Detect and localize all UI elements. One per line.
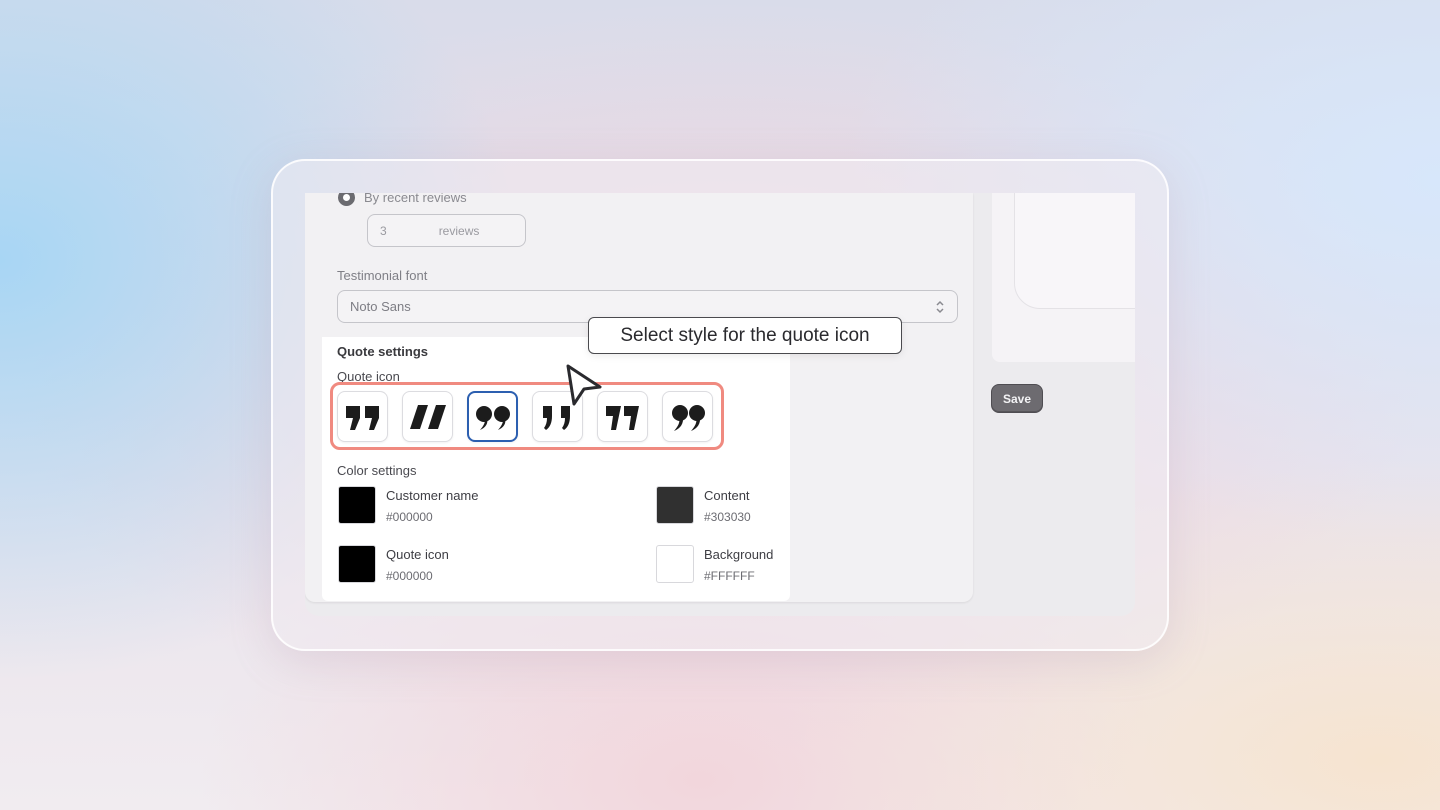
preview-pane: [992, 193, 1135, 362]
radio-selected-icon[interactable]: [338, 193, 355, 206]
customer-name-label: Customer name: [386, 488, 479, 503]
save-button[interactable]: Save: [991, 384, 1043, 413]
content-hex: #303030: [704, 510, 751, 524]
quote-style-6-icon: [671, 404, 705, 431]
quote-style-5-icon: [605, 405, 639, 430]
customer-name-hex: #000000: [386, 510, 433, 524]
quote-style-1-button[interactable]: [337, 391, 388, 442]
review-count-value: 3: [380, 223, 387, 238]
quote-style-3-icon: [475, 405, 510, 430]
quote-icon-swatch[interactable]: [338, 545, 376, 583]
customer-name-swatch[interactable]: [338, 486, 376, 524]
font-field-label: Testimonial font: [337, 268, 428, 283]
quote-style-2-icon: [409, 404, 446, 429]
font-select-value: Noto Sans: [350, 299, 411, 314]
content-label: Content: [704, 488, 750, 503]
select-chevrons-icon: [936, 300, 944, 314]
quote-icon-color-label: Quote icon: [386, 547, 449, 562]
color-settings-title: Color settings: [337, 463, 417, 478]
quote-settings-card: Quote settings Quote icon Color settings…: [322, 337, 790, 601]
review-count-suffix: reviews: [438, 223, 480, 238]
quote-style-6-button[interactable]: [662, 391, 713, 442]
background-swatch[interactable]: [656, 545, 694, 583]
background-hex: #FFFFFF: [704, 569, 755, 583]
review-count-input[interactable]: 3 reviews: [367, 214, 526, 247]
quote-style-2-button[interactable]: [402, 391, 453, 442]
quote-settings-title: Quote settings: [337, 344, 429, 359]
background-label: Background: [704, 547, 774, 562]
cursor-pointer-icon: [566, 364, 602, 406]
recent-reviews-option[interactable]: By recent reviews: [338, 193, 467, 207]
preview-card: [1014, 193, 1135, 309]
content-swatch[interactable]: [656, 486, 694, 524]
radio-label: By recent reviews: [364, 193, 467, 205]
quote-style-5-button[interactable]: [597, 391, 648, 442]
quote-icon-hex: #000000: [386, 569, 433, 583]
tooltip: Select style for the quote icon: [588, 317, 902, 354]
quote-style-1-icon: [345, 405, 379, 430]
quote-style-3-button[interactable]: [467, 391, 518, 442]
